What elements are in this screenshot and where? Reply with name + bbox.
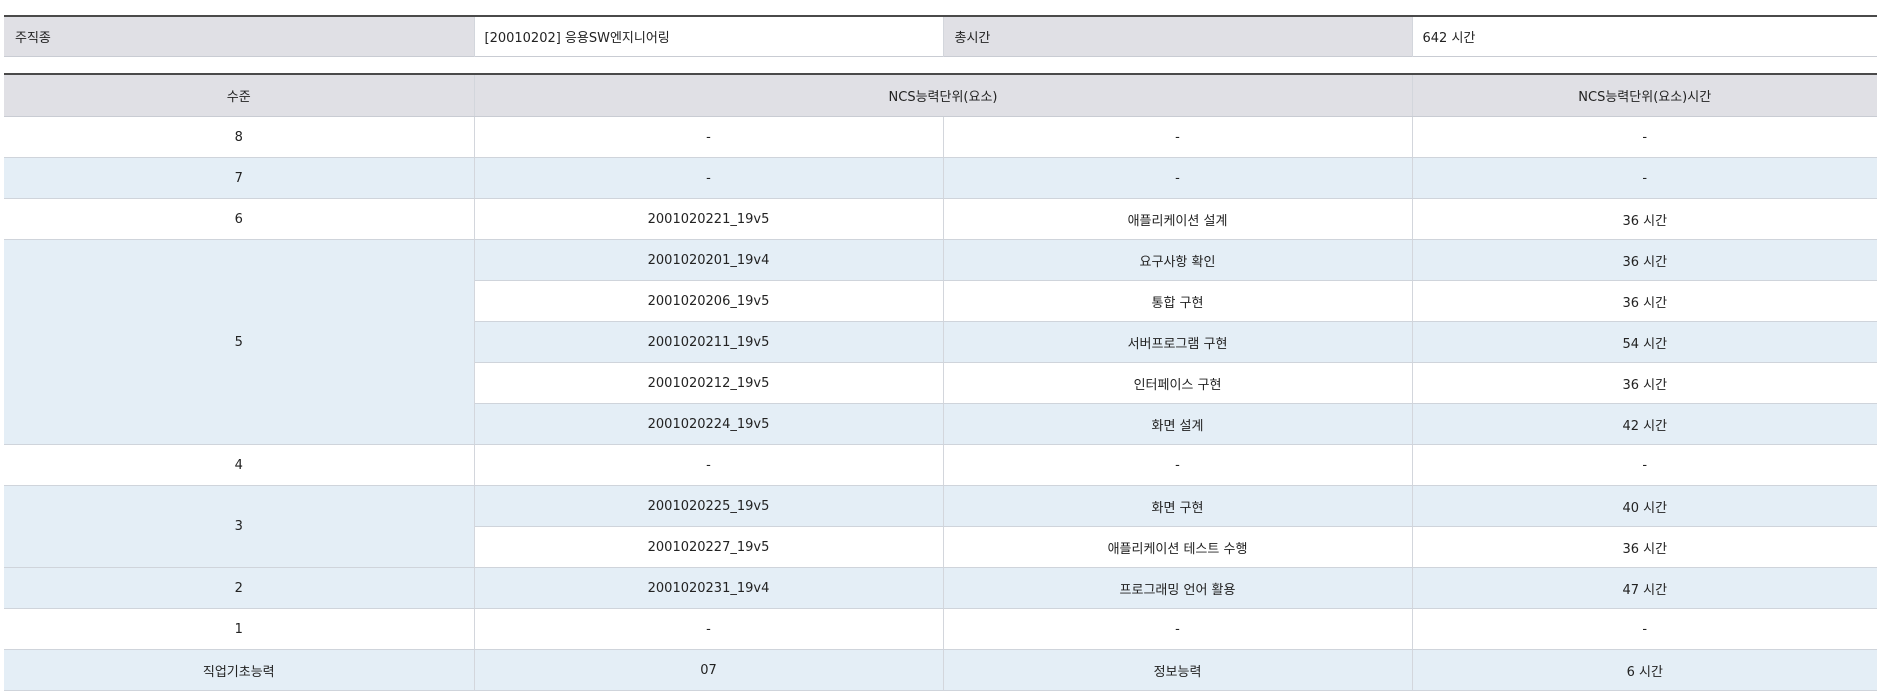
unit-name-cell: - bbox=[943, 608, 1413, 650]
unit-code-cell: 2001020206_19v5 bbox=[474, 280, 944, 322]
unit-hours-cell: 40 시간 bbox=[1412, 485, 1877, 527]
unit-code-cell: 2001020225_19v5 bbox=[474, 485, 944, 527]
unit-name-cell: 요구사항 확인 bbox=[943, 239, 1413, 281]
table-row: 3 2001020225_19v5 화면 구현 40 시간 bbox=[4, 485, 1877, 568]
table-row: 1--- bbox=[4, 608, 1877, 650]
unit-name-cell: 애플리케이션 설계 bbox=[943, 198, 1413, 240]
unit-code-cell: 2001020224_19v5 bbox=[474, 403, 944, 445]
unit-code-cell: 2001020227_19v5 bbox=[474, 526, 944, 568]
table-row: 5 2001020201_19v4 요구사항 확인 36 시간 bbox=[4, 239, 1877, 445]
unit-hours-cell: - bbox=[1412, 116, 1877, 158]
header-level: 수준 bbox=[4, 74, 475, 117]
unit-name-cell: - bbox=[943, 444, 1413, 486]
job-label: 주직종 bbox=[4, 16, 475, 57]
unit-name-cell: 인터페이스 구현 bbox=[943, 362, 1413, 404]
ncs-training-page: 주직종 [20010202] 응용SW엔지니어링 총시간 642 시간 수준 N… bbox=[0, 0, 1881, 694]
level-cell: 5 bbox=[4, 239, 475, 445]
unit-hours-cell: 54 시간 bbox=[1412, 321, 1877, 363]
unit-name-cell: - bbox=[943, 157, 1413, 199]
unit-hours-cell: 36 시간 bbox=[1412, 280, 1877, 322]
unit-name-cell: 화면 설계 bbox=[943, 403, 1413, 445]
total-hours-label: 총시간 bbox=[943, 16, 1413, 57]
unit-hours-cell: 36 시간 bbox=[1412, 239, 1877, 281]
unit-name-cell: 서버프로그램 구현 bbox=[943, 321, 1413, 363]
unit-hours-cell: 36 시간 bbox=[1412, 198, 1877, 240]
table-header-row: 수준 NCS능력단위(요소) NCS능력단위(요소)시간 bbox=[4, 74, 1877, 117]
table-row: 7--- bbox=[4, 157, 1877, 199]
header-ncs-unit: NCS능력단위(요소) bbox=[474, 74, 1413, 117]
summary-table: 주직종 [20010202] 응용SW엔지니어링 총시간 642 시간 bbox=[4, 15, 1877, 57]
unit-name-cell: 통합 구현 bbox=[943, 280, 1413, 322]
unit-hours-cell: - bbox=[1412, 608, 1877, 650]
table-row: 2 2001020231_19v4 프로그래밍 언어 활용 47 시간 bbox=[4, 567, 1877, 609]
unit-name-cell: - bbox=[943, 116, 1413, 158]
table-row: 8--- bbox=[4, 116, 1877, 158]
job-value: [20010202] 응용SW엔지니어링 bbox=[474, 16, 944, 57]
unit-code-cell: - bbox=[474, 444, 944, 486]
unit-name-cell: 애플리케이션 테스트 수행 bbox=[943, 526, 1413, 568]
level-cell: 3 bbox=[4, 485, 475, 568]
table-body: 8- - -7- - -6 2001020221_19v5 애플리케이션 설계 36 시간 5 2… bbox=[4, 116, 1877, 691]
total-hours-value: 642 시간 bbox=[1412, 16, 1877, 57]
unit-hours-cell: - bbox=[1412, 157, 1877, 199]
level-cell: 1 bbox=[4, 608, 475, 650]
unit-hours-cell: 36 시간 bbox=[1412, 362, 1877, 404]
unit-code-cell: 2001020221_19v5 bbox=[474, 198, 944, 240]
header-ncs-hours: NCS능력단위(요소)시간 bbox=[1412, 74, 1877, 117]
level-cell: 2 bbox=[4, 567, 475, 609]
unit-code-cell: 2001020231_19v4 bbox=[474, 567, 944, 609]
table-row: 직업기초능력 07 정보능력 6 시간 bbox=[4, 649, 1877, 691]
level-cell: 4 bbox=[4, 444, 475, 486]
table-row: 6 2001020221_19v5 애플리케이션 설계 36 시간 bbox=[4, 198, 1877, 240]
level-cell: 직업기초능력 bbox=[4, 649, 475, 691]
unit-code-cell: - bbox=[474, 116, 944, 158]
unit-code-cell: 2001020211_19v5 bbox=[474, 321, 944, 363]
unit-name-cell: 프로그래밍 언어 활용 bbox=[943, 567, 1413, 609]
unit-hours-cell: - bbox=[1412, 444, 1877, 486]
unit-code-cell: 07 bbox=[474, 649, 944, 691]
level-cell: 6 bbox=[4, 198, 475, 240]
unit-hours-cell: 47 시간 bbox=[1412, 567, 1877, 609]
unit-code-cell: 2001020201_19v4 bbox=[474, 239, 944, 281]
unit-code-cell: 2001020212_19v5 bbox=[474, 362, 944, 404]
level-cell: 7 bbox=[4, 157, 475, 199]
unit-hours-cell: 42 시간 bbox=[1412, 403, 1877, 445]
level-cell: 8 bbox=[4, 116, 475, 158]
ncs-unit-table: 수준 NCS능력단위(요소) NCS능력단위(요소)시간 8- - -7- - -6 20… bbox=[4, 73, 1877, 691]
unit-code-cell: - bbox=[474, 157, 944, 199]
unit-name-cell: 화면 구현 bbox=[943, 485, 1413, 527]
summary-row: 주직종 [20010202] 응용SW엔지니어링 총시간 642 시간 bbox=[4, 16, 1877, 57]
unit-hours-cell: 36 시간 bbox=[1412, 526, 1877, 568]
unit-code-cell: - bbox=[474, 608, 944, 650]
unit-name-cell: 정보능력 bbox=[943, 649, 1413, 691]
unit-hours-cell: 6 시간 bbox=[1412, 649, 1877, 691]
table-row: 4--- bbox=[4, 444, 1877, 486]
